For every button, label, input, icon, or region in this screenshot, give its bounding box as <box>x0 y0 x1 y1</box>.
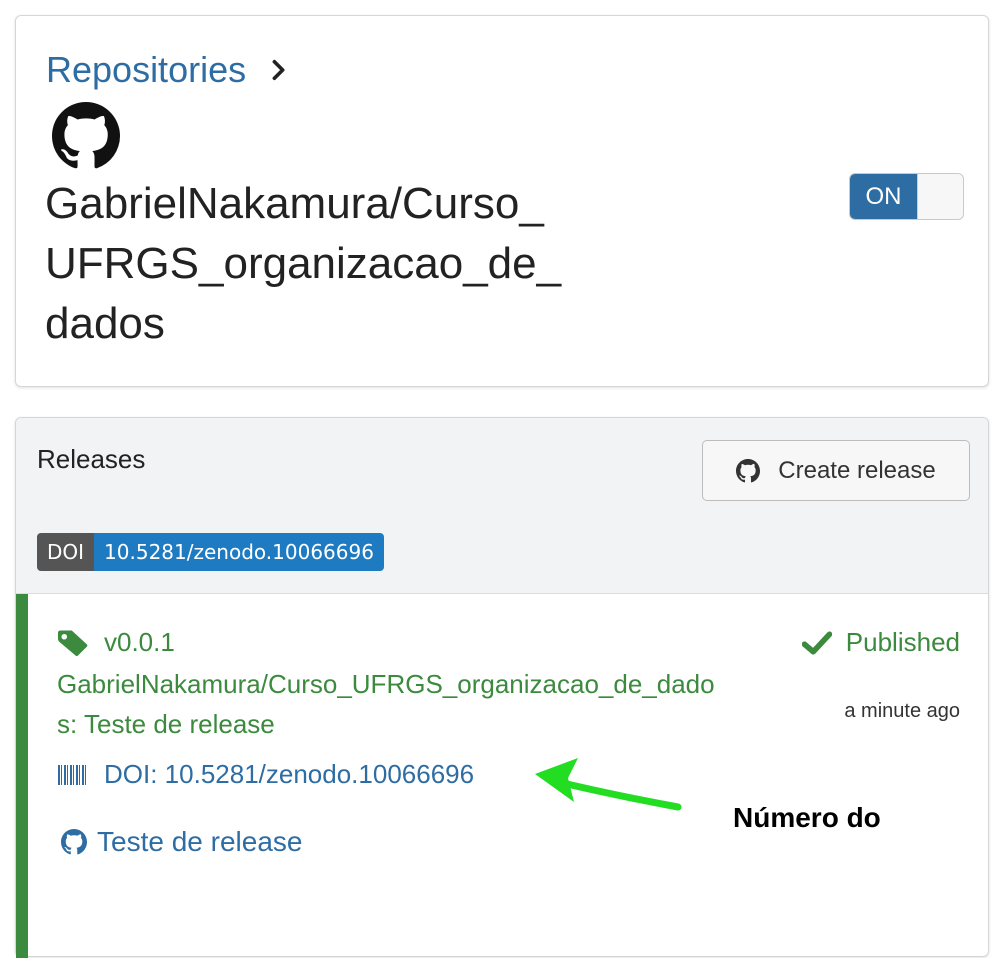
chevron-right-icon <box>272 59 285 81</box>
release-status-text: Published <box>845 627 960 657</box>
release-version: v0.0.1 <box>104 627 175 657</box>
create-release-button[interactable]: Create release <box>702 440 970 501</box>
repository-name: GabrielNakamura/Curso_UFRGS_organizacao_… <box>45 179 562 348</box>
barcode-icon <box>58 764 86 785</box>
github-icon <box>736 458 761 482</box>
release-doi-row: DOI: 10.5281/zenodo.10066696 <box>58 759 474 790</box>
releases-header: Releases Create release DOI 10.5281/zeno… <box>16 418 988 594</box>
breadcrumb-repositories-link[interactable]: Repositories <box>46 49 246 91</box>
release-github-link[interactable]: Teste de release <box>97 826 302 858</box>
annotation-arrow-icon <box>535 758 682 811</box>
releases-title: Releases <box>37 444 146 474</box>
release-status-bar <box>16 594 28 958</box>
release-title: GabrielNakamura/Curso_UFRGS_organizacao_… <box>57 669 715 739</box>
annotation-text: Número do <box>733 802 881 833</box>
breadcrumb: Repositories <box>46 49 290 91</box>
doi-badge-value: 10.5281/zenodo.10066696 <box>94 533 384 571</box>
release-timestamp: a minute ago <box>844 700 960 722</box>
releases-card: Releases Create release DOI 10.5281/zeno… <box>15 417 989 958</box>
release-status: Published <box>801 627 960 658</box>
toggle-knob[interactable] <box>917 174 963 219</box>
check-icon <box>801 630 832 655</box>
doi-badge-label: DOI <box>37 533 95 571</box>
release-item: v0.0.1 GabrielNakamura/Curso_UFRGS_organ… <box>16 594 988 958</box>
github-icon <box>52 102 120 169</box>
toggle-on-label: ON <box>850 174 917 219</box>
github-icon <box>61 829 87 855</box>
doi-badge[interactable]: DOI 10.5281/zenodo.10066696 <box>37 533 384 571</box>
repository-toggle[interactable]: ON <box>849 173 964 220</box>
release-tag: v0.0.1 <box>58 627 175 658</box>
create-release-label: Create release <box>778 456 936 484</box>
release-doi-link[interactable]: DOI: 10.5281/zenodo.10066696 <box>104 759 474 790</box>
release-github-row: Teste de release <box>61 826 302 858</box>
tag-icon <box>58 630 88 656</box>
repository-card: Repositories GabrielNakamura/Curso_UFRGS… <box>15 15 989 387</box>
